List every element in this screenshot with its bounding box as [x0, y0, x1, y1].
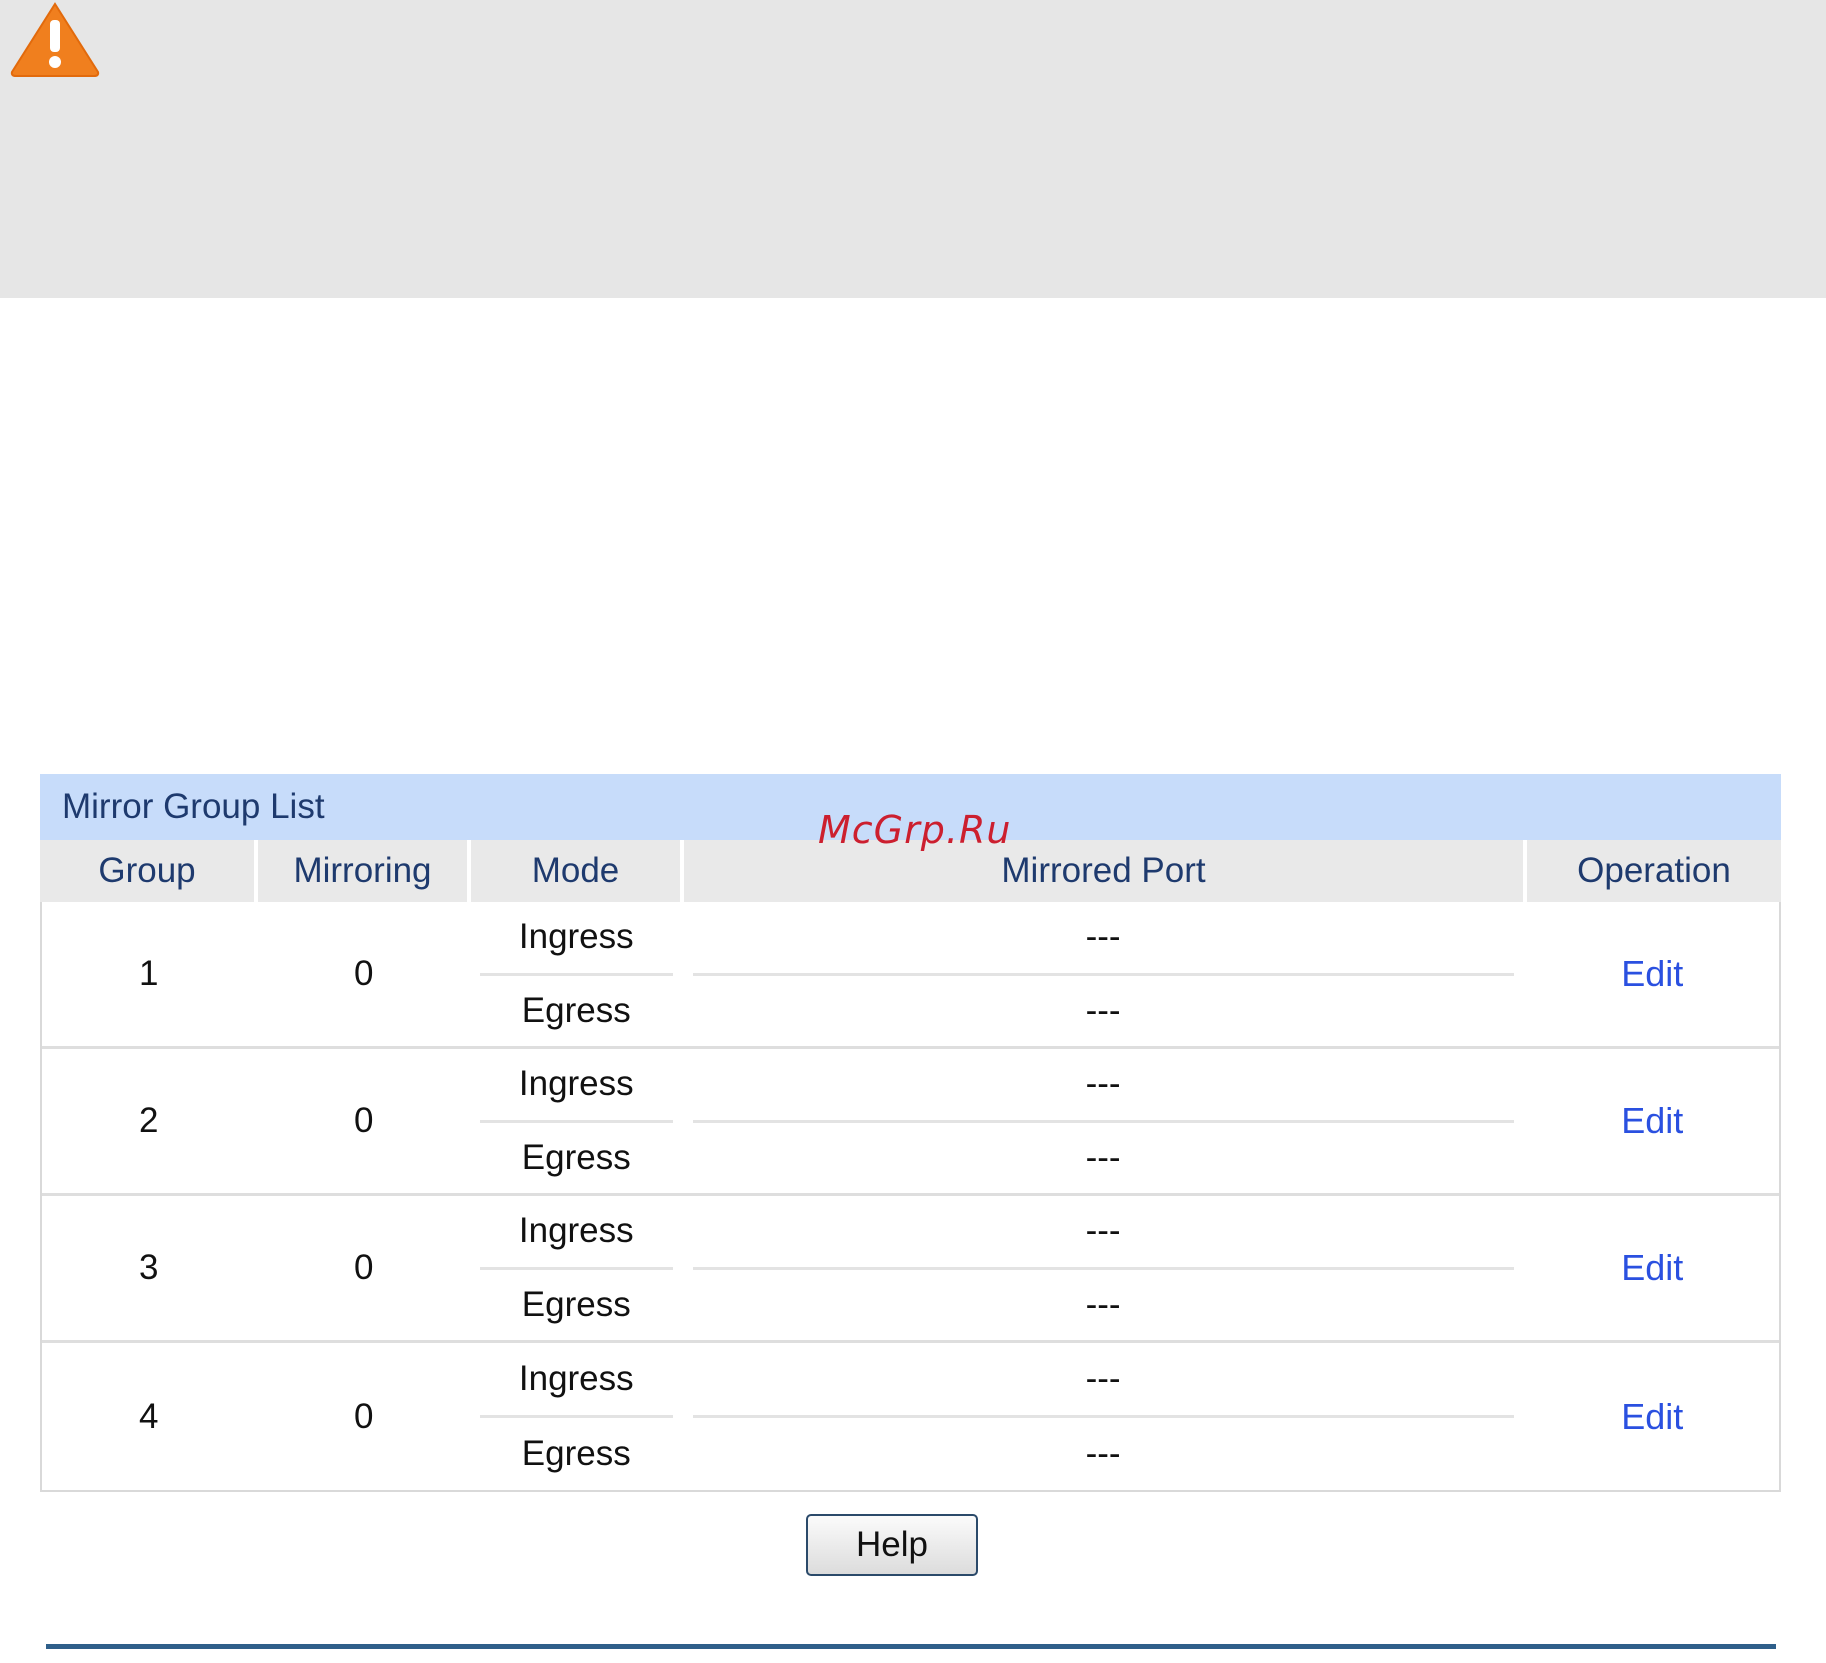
warning-triangle-icon	[10, 2, 100, 77]
header-mode: Mode	[467, 840, 680, 902]
mode-ingress: Ingress	[480, 1049, 673, 1123]
table-body: 1 0 Ingress Egress --- --- Edit 2 0 Ingr…	[40, 902, 1781, 1492]
mode-cell: Ingress Egress	[468, 1196, 681, 1340]
port-ingress: ---	[692, 1049, 1514, 1123]
bottom-divider	[46, 1644, 1776, 1649]
port-egress: ---	[1085, 1137, 1121, 1177]
port-egress: ---	[1085, 1284, 1121, 1324]
mirror-group-table: Mirror Group List Group Mirroring Mode M…	[40, 774, 1781, 1492]
mirrored-port-cell: --- ---	[680, 1049, 1522, 1193]
operation-cell: Edit	[1521, 1343, 1779, 1490]
operation-cell: Edit	[1521, 902, 1779, 1046]
mirrored-port-cell: --- ---	[680, 902, 1522, 1046]
warning-note-box	[0, 0, 1826, 298]
help-button[interactable]: Help	[806, 1514, 978, 1576]
header-operation: Operation	[1523, 840, 1781, 902]
port-egress: ---	[1085, 1434, 1121, 1473]
edit-link[interactable]: Edit	[1621, 1247, 1683, 1289]
mode-ingress: Ingress	[480, 902, 673, 976]
edit-link[interactable]: Edit	[1621, 1396, 1683, 1438]
port-egress: ---	[1085, 990, 1121, 1030]
port-ingress: ---	[692, 1196, 1514, 1270]
group-cell: 4	[139, 1396, 159, 1436]
edit-link[interactable]: Edit	[1621, 953, 1683, 995]
mode-ingress: Ingress	[480, 1196, 673, 1270]
port-ingress: ---	[692, 1343, 1514, 1418]
mirroring-cell: 0	[255, 1049, 469, 1193]
mirroring-cell: 0	[255, 1196, 469, 1340]
mode-egress: Egress	[521, 1284, 631, 1324]
mirrored-port-cell: --- ---	[680, 1196, 1522, 1340]
mirroring-cell: 0	[255, 1343, 469, 1490]
operation-cell: Edit	[1521, 1196, 1779, 1340]
mode-cell: Ingress Egress	[468, 1343, 681, 1490]
mode-egress: Egress	[521, 1137, 631, 1177]
watermark: McGrp.Ru	[818, 808, 1012, 852]
mirrored-port-cell: --- ---	[680, 1343, 1522, 1490]
port-ingress: ---	[692, 902, 1514, 976]
group-cell: 3	[139, 1248, 159, 1287]
table-row: 2 0 Ingress Egress --- --- Edit	[42, 1049, 1779, 1196]
edit-link[interactable]: Edit	[1621, 1100, 1683, 1142]
mode-egress: Egress	[521, 990, 631, 1030]
mode-ingress: Ingress	[480, 1343, 673, 1418]
group-cell: 1	[139, 954, 159, 993]
header-mirroring: Mirroring	[254, 840, 467, 902]
header-mirrored-port: Mirrored Port	[680, 840, 1523, 902]
header-group: Group	[40, 840, 254, 902]
operation-cell: Edit	[1521, 1049, 1779, 1193]
group-cell: 2	[139, 1101, 159, 1140]
table-row: 1 0 Ingress Egress --- --- Edit	[42, 902, 1779, 1049]
mode-cell: Ingress Egress	[468, 1049, 681, 1193]
mode-cell: Ingress Egress	[468, 902, 681, 1046]
table-row: 4 0 Ingress Egress --- --- Edit	[42, 1343, 1779, 1490]
table-row: 3 0 Ingress Egress --- --- Edit	[42, 1196, 1779, 1343]
mirroring-cell: 0	[255, 902, 469, 1046]
mode-egress: Egress	[521, 1434, 631, 1473]
